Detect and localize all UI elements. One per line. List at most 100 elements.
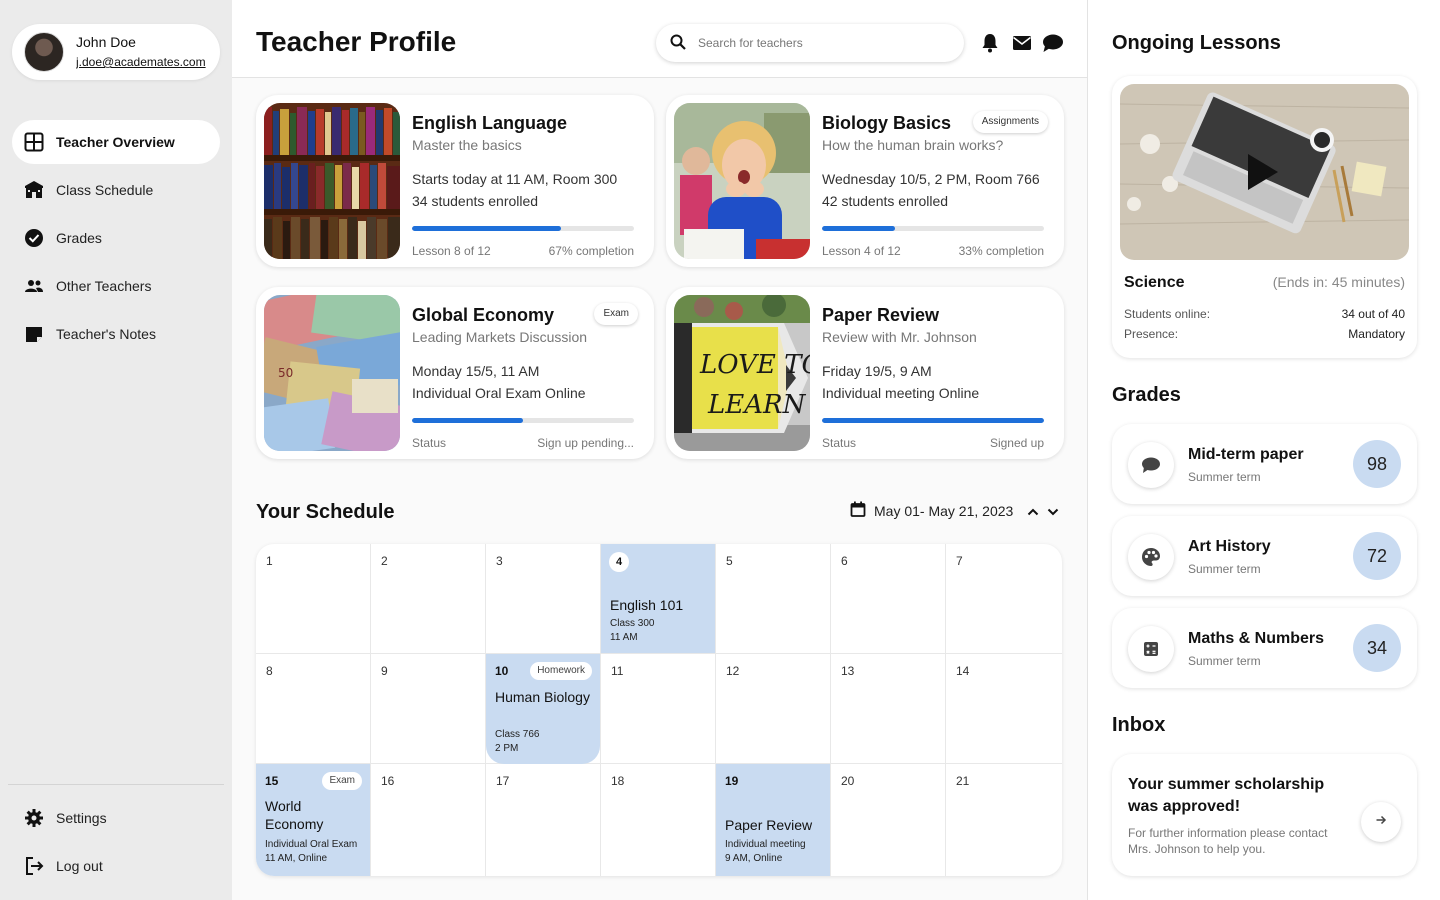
- user-email-link[interactable]: j.doe@academates.com: [76, 55, 210, 69]
- event-time: 11 AM: [610, 632, 638, 643]
- progress-bar: [822, 226, 1044, 231]
- nav-item-teachers-notes[interactable]: Teacher's Notes: [12, 312, 220, 356]
- inbox-title: Inbox: [1112, 714, 1166, 736]
- calendar-cell[interactable]: 21: [946, 764, 1062, 876]
- mail-icon[interactable]: [1012, 33, 1032, 58]
- exam-badge: Exam: [322, 772, 362, 790]
- calendar-event[interactable]: 4 English 101 Class 300 11 AM: [601, 544, 716, 654]
- search-input[interactable]: [698, 33, 948, 53]
- card-detail: 34 students enrolled: [412, 193, 539, 209]
- course-card[interactable]: 50 Exam Global Economy Leading Markets D…: [256, 287, 654, 459]
- chevron-up-icon[interactable]: [1026, 505, 1040, 524]
- calendar-cell[interactable]: 17: [486, 764, 601, 876]
- check-circle-icon: [24, 228, 44, 248]
- progress-label: Status: [412, 436, 447, 450]
- progress-fill: [822, 418, 1044, 423]
- nav-label: Log out: [56, 858, 103, 874]
- nav-item-settings[interactable]: Settings: [12, 796, 220, 840]
- day-number: 5: [726, 554, 733, 568]
- card-subtitle: How the human brain works?: [822, 137, 1004, 153]
- nav-item-grades[interactable]: Grades: [12, 216, 220, 260]
- day-number: 12: [726, 664, 740, 678]
- course-card[interactable]: English Language Master the basics Start…: [256, 95, 654, 267]
- day-number: 17: [496, 774, 510, 788]
- calendar-cell[interactable]: 1: [256, 544, 371, 654]
- calendar-event[interactable]: 19 Paper Review Individual meeting 9 AM,…: [716, 764, 831, 876]
- lesson-ends: (Ends in: 45 minutes): [1272, 274, 1405, 290]
- user-card[interactable]: John Doe j.doe@academates.com: [12, 24, 220, 80]
- day-number: 7: [956, 554, 963, 568]
- day-number: 13: [841, 664, 855, 678]
- dashboard-icon: [24, 132, 44, 152]
- bookshelf-image: [264, 103, 400, 259]
- bell-icon[interactable]: [980, 33, 1000, 58]
- calendar-cell: 10 Homework Human Biology Class 766 2 PM: [486, 654, 601, 764]
- gear-icon: [24, 808, 44, 828]
- message-body: For further information please contact M…: [1128, 826, 1328, 856]
- open-message-button[interactable]: [1361, 802, 1401, 842]
- lesson-video-thumbnail[interactable]: [1120, 84, 1409, 260]
- page-title: Teacher Profile: [256, 26, 457, 57]
- calendar-cell[interactable]: 7: [946, 544, 1062, 654]
- calendar-cell[interactable]: 12: [716, 654, 831, 764]
- nav-item-logout[interactable]: Log out: [12, 844, 220, 888]
- nav-label: Teacher's Notes: [56, 326, 156, 342]
- event-title: World Economy: [265, 798, 324, 832]
- calendar-cell[interactable]: 2: [371, 544, 486, 654]
- calendar-cell[interactable]: 14: [946, 654, 1062, 764]
- card-detail: Wednesday 10/5, 2 PM, Room 766: [822, 171, 1040, 187]
- calendar-event[interactable]: 15 Exam World Economy Individual Oral Ex…: [256, 764, 371, 876]
- grade-title: Maths & Numbers: [1188, 630, 1325, 647]
- course-card[interactable]: LOVE TO LEARN Paper Review Review with M…: [666, 287, 1064, 459]
- grade-card[interactable]: Maths & Numbers Summer term 34: [1112, 608, 1417, 688]
- grades-title: Grades: [1112, 384, 1181, 406]
- day-number: 16: [381, 774, 395, 788]
- day-number: 20: [841, 774, 855, 788]
- progress-label: Lesson 4 of 12: [822, 244, 901, 258]
- nav-item-class-schedule[interactable]: Class Schedule: [12, 168, 220, 212]
- inbox-message[interactable]: Your summer scholarship was approved! Fo…: [1112, 754, 1417, 876]
- chat-icon[interactable]: [1042, 33, 1064, 58]
- sidebar: John Doe j.doe@academates.com Teacher Ov…: [0, 0, 232, 900]
- event-time: 9 AM, Online: [725, 853, 783, 864]
- calendar-cell[interactable]: 11: [601, 654, 716, 764]
- ongoing-lesson-card[interactable]: Science (Ends in: 45 minutes) Students o…: [1112, 76, 1417, 358]
- lesson-name: Science: [1124, 274, 1185, 291]
- calendar-cell[interactable]: 6: [831, 544, 946, 654]
- card-detail: Starts today at 11 AM, Room 300: [412, 171, 618, 187]
- date-range-picker[interactable]: May 01- May 21, 2023: [850, 501, 1013, 520]
- right-panel: Ongoing Lessons Science (Ends in: 45 min…: [1087, 0, 1440, 900]
- calendar-cell[interactable]: 3: [486, 544, 601, 654]
- calendar-cell[interactable]: 5: [716, 544, 831, 654]
- calendar-cell[interactable]: 20: [831, 764, 946, 876]
- schedule-title: Your Schedule: [256, 501, 395, 523]
- nav-label: Teacher Overview: [56, 134, 175, 150]
- search-box[interactable]: [656, 24, 964, 62]
- calendar-cell[interactable]: 18: [601, 764, 716, 876]
- calendar-icon: [850, 501, 866, 520]
- progress-label: Lesson 8 of 12: [412, 244, 491, 258]
- day-number: 3: [496, 554, 503, 568]
- course-card[interactable]: Assignments Biology Basics How the human…: [666, 95, 1064, 267]
- chevron-down-icon[interactable]: [1046, 505, 1060, 524]
- nav-item-teacher-overview[interactable]: Teacher Overview: [12, 120, 220, 164]
- grade-card[interactable]: Mid-term paper Summer term 98: [1112, 424, 1417, 504]
- grade-card[interactable]: Art History Summer term 72: [1112, 516, 1417, 596]
- calendar-cell[interactable]: 16: [371, 764, 486, 876]
- nav-item-other-teachers[interactable]: Other Teachers: [12, 264, 220, 308]
- grade-score: 72: [1353, 532, 1401, 580]
- calendar-event[interactable]: 10 Homework Human Biology Class 766 2 PM: [486, 654, 600, 764]
- card-detail: Individual meeting Online: [822, 385, 980, 401]
- header: Teacher Profile: [232, 0, 1087, 78]
- day-number: 18: [611, 774, 625, 788]
- calendar-cell[interactable]: 8: [256, 654, 371, 764]
- banknotes-image: 50: [264, 295, 400, 451]
- day-number: 9: [381, 664, 388, 678]
- event-detail: Class 766: [495, 729, 540, 740]
- calendar-cell[interactable]: 9: [371, 654, 486, 764]
- day-number: 14: [956, 664, 970, 678]
- grade-term: Summer term: [1188, 562, 1261, 576]
- card-detail: Individual Oral Exam Online: [412, 385, 586, 401]
- calendar-cell[interactable]: 13: [831, 654, 946, 764]
- event-detail: Class 300: [610, 618, 655, 629]
